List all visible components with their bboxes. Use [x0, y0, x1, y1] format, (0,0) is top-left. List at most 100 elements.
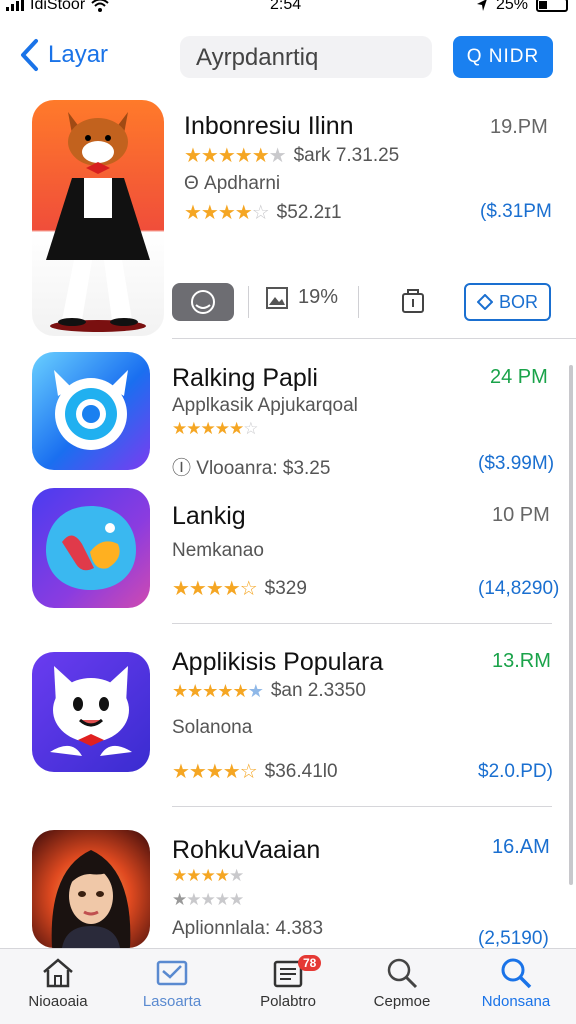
divider — [172, 338, 576, 339]
tab-label: Polabtro — [260, 993, 316, 1010]
price-label[interactable]: ($3.99M) — [478, 453, 554, 475]
app-icon — [32, 830, 150, 948]
back-button[interactable]: Layar — [18, 38, 108, 72]
header-action-button[interactable]: Q NIDR — [453, 36, 553, 78]
separator — [358, 286, 359, 318]
rating-stars: ★★★★ — [172, 866, 230, 885]
home-icon — [43, 958, 73, 988]
tab-calendar[interactable]: 78 Polabtro — [238, 955, 338, 1010]
app-title: Applikisis Populara — [172, 648, 384, 676]
rating-text: $329 — [264, 577, 307, 599]
smile-icon — [191, 290, 215, 314]
clock: 2:54 — [270, 0, 302, 13]
share-box-icon — [402, 289, 424, 313]
action-label: BOR — [498, 291, 538, 312]
app-icon — [32, 652, 150, 772]
chat-bubble-icon — [54, 370, 128, 450]
price-label[interactable]: (2,5190) — [478, 928, 549, 950]
rating-row: ★ ★★★★ — [172, 890, 244, 910]
wifi-icon — [91, 0, 109, 12]
signal-icon — [6, 0, 24, 11]
rating-row: ★★★★★ ★ $ark 7.31.25 — [184, 143, 399, 168]
rating-stars: ★ — [172, 890, 187, 909]
app-subtitle: Applkasik Apjukarqoal — [172, 395, 358, 416]
carrier-label: IdiStoor — [30, 0, 86, 13]
tab-label: Lasoarta — [142, 993, 202, 1010]
rating-row: ★★★★ ☆ $52.2ɪ1 — [184, 200, 342, 225]
app-subtitle: Θ Apdharni — [184, 173, 281, 194]
rating-stars: ★★★★ — [172, 761, 241, 783]
tab-label: Nioaoaia — [28, 993, 88, 1010]
rating-row: ★★★★★ ☆ — [172, 419, 258, 439]
search-icon — [387, 958, 418, 989]
app-icon — [32, 488, 150, 608]
rating-row: ★★★★★ ★ $an 2.3350 — [172, 680, 366, 702]
app-title: RohkuVaaian — [172, 836, 321, 864]
app-time: 19.PM — [490, 116, 548, 138]
rating-row: ★★★★ ☆ $36.41Ɩ0 — [172, 759, 338, 784]
price-label[interactable]: ($.31PM — [480, 201, 552, 223]
back-label: Layar — [48, 41, 109, 68]
separator — [248, 286, 249, 318]
tab-search[interactable]: Ndonsana — [466, 957, 566, 1010]
scrollbar[interactable] — [569, 365, 573, 885]
price-label[interactable]: $2.0.PD) — [478, 761, 553, 783]
price-label[interactable]: (14,8290) — [478, 578, 559, 600]
divider — [172, 623, 552, 624]
app-icon — [32, 352, 150, 470]
app-title: Ralking Papli — [172, 364, 318, 392]
app-action-button[interactable]: BOR — [464, 283, 551, 321]
tab-home[interactable]: Nioaoaia — [8, 957, 108, 1010]
rating-stars-empty: ☆ — [251, 202, 270, 224]
app-title: Inbonresiu Ilinn — [184, 112, 354, 140]
cat-mascot-icon — [50, 666, 132, 756]
rating-stars-empty: ☆ — [243, 419, 258, 438]
app-time: 24 PM — [490, 366, 548, 388]
rating-text: $an 2.3350 — [270, 680, 366, 701]
tab-bar: Nioaoaia Lasoarta 78 Polabtro Cepmoe Ndo… — [0, 948, 576, 1024]
tab-label: Ndonsana — [481, 993, 551, 1010]
rating-stars-empty: ★ — [268, 145, 287, 167]
rating-stars: ★★★★ — [184, 202, 253, 224]
status-bar: IdiStoor 2:54 25% — [0, 0, 576, 22]
rating-stars: ★★★★★ — [184, 145, 270, 167]
notification-badge: 78 — [298, 955, 322, 971]
rating-row: ★★★★ ★ — [172, 866, 244, 886]
navigation-bar: Layar Ayrpdanrtiq Q NIDR — [0, 36, 576, 80]
chat-logo-icon — [46, 506, 136, 590]
app-subtitle: Nemkanao — [172, 540, 264, 561]
search-icon — [501, 958, 532, 989]
rating-text: $36.41Ɩ0 — [264, 760, 338, 782]
rating-stars-empty: ★★★★ — [186, 890, 244, 909]
app-icon — [32, 100, 164, 336]
rating-stars-empty: ☆ — [239, 761, 258, 783]
app-info: Ⓘ Vlooanra: $3.25 — [172, 458, 331, 479]
tab-compare[interactable]: Cepmoe — [352, 957, 452, 1010]
battery-percent: 25% — [495, 0, 528, 13]
location-icon — [476, 0, 487, 11]
image-icon — [266, 286, 288, 309]
rating-row: ★★★★ ☆ $329 — [172, 576, 307, 601]
battery-icon — [536, 0, 568, 12]
search-field[interactable]: Ayrpdanrtiq — [180, 36, 432, 78]
app-title: Lankig — [172, 502, 246, 530]
rating-stars-empty: ★ — [228, 866, 244, 885]
divider — [172, 806, 552, 807]
share-button[interactable] — [400, 288, 426, 319]
rating-stars: ★★★★ — [172, 578, 241, 600]
reaction-button[interactable] — [172, 283, 234, 321]
inbox-icon — [156, 960, 188, 986]
rating-stars: ★★★★★ — [172, 419, 244, 438]
rating-text: $ark 7.31.25 — [293, 144, 400, 166]
rating-text: $52.2ɪ1 — [276, 201, 342, 223]
diamond-icon — [476, 294, 493, 310]
fox-mascot-icon — [46, 112, 150, 332]
app-time: 10 PM — [492, 504, 550, 526]
app-time: 16.AM — [492, 836, 550, 858]
app-time: 13.RM — [492, 650, 551, 672]
chevron-left-icon — [21, 39, 38, 71]
app-subtitle: Solanona — [172, 717, 253, 738]
tab-inbox[interactable]: Lasoarta — [122, 957, 222, 1010]
image-percent-chip[interactable]: 19% — [266, 286, 338, 309]
rating-stars-empty: ★ — [247, 680, 264, 701]
